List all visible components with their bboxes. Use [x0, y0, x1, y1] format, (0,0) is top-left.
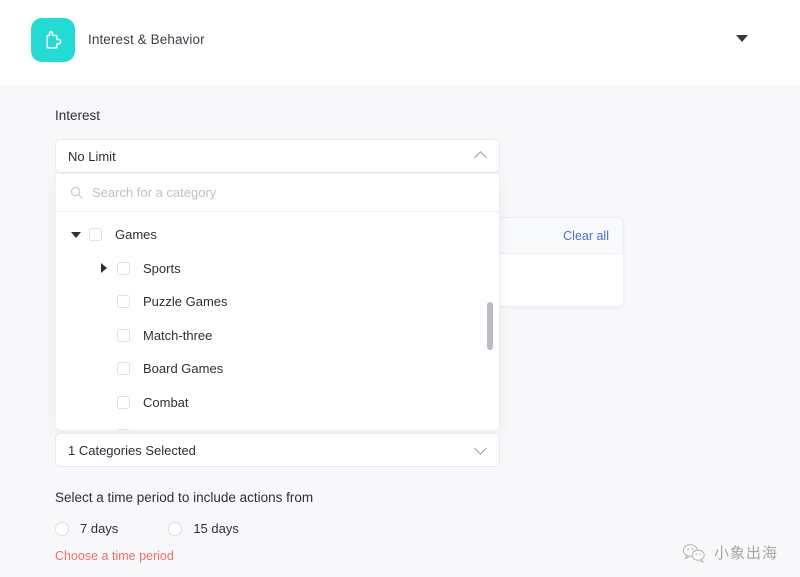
tree-item-label: Combat [143, 395, 189, 410]
caret-placeholder-icon [96, 327, 112, 343]
tree-item-label: Puzzle Games [143, 294, 228, 309]
interest-select[interactable]: No Limit [55, 139, 500, 173]
caret-placeholder-icon [96, 394, 112, 410]
categories-selected-select[interactable]: 1 Categories Selected [55, 433, 500, 467]
time-period-label: Select a time period to include actions … [55, 490, 313, 505]
tree-item-label: Roleplaying Games [143, 428, 256, 430]
checkbox[interactable] [117, 329, 130, 342]
tree-item-roleplaying-games[interactable]: Roleplaying Games [56, 419, 499, 430]
chevron-down-icon[interactable] [736, 35, 748, 42]
radio-button[interactable] [168, 522, 182, 536]
search-input[interactable] [92, 185, 485, 200]
tree-item-label: Board Games [143, 361, 223, 376]
puzzle-piece-icon [31, 18, 75, 62]
tree-item-board-games[interactable]: Board Games [56, 352, 499, 386]
checkbox[interactable] [117, 295, 130, 308]
caret-placeholder-icon [96, 361, 112, 377]
caret-down-icon[interactable] [68, 227, 84, 243]
tree-item-puzzle-games[interactable]: Puzzle Games [56, 285, 499, 319]
wechat-icon [682, 543, 706, 563]
top-header-bar: Interest & Behavior [0, 0, 800, 85]
category-tree[interactable]: Games Sports Puzzle Games Match-three [56, 212, 499, 430]
caret-right-icon[interactable] [96, 260, 112, 276]
dropdown-scrollbar[interactable] [487, 212, 493, 430]
watermark: 小象出海 [682, 542, 778, 563]
categories-selected-value: 1 Categories Selected [68, 443, 475, 458]
clear-all-link[interactable]: Clear all [563, 229, 609, 243]
checkbox[interactable] [89, 228, 102, 241]
caret-placeholder-icon [96, 428, 112, 430]
time-period-error-message: Choose a time period [55, 549, 174, 563]
chevron-down-icon [475, 444, 487, 456]
radio-label: 7 days [80, 521, 118, 536]
tree-item-match-three[interactable]: Match-three [56, 319, 499, 353]
checkbox[interactable] [117, 362, 130, 375]
radio-option-15-days[interactable]: 15 days [168, 521, 239, 536]
checkbox[interactable] [117, 396, 130, 409]
interest-select-value: No Limit [68, 149, 475, 164]
tree-item-label: Sports [143, 261, 181, 276]
chevron-up-icon [475, 150, 487, 162]
tree-item-label: Match-three [143, 328, 212, 343]
category-dropdown[interactable]: Games Sports Puzzle Games Match-three [55, 173, 500, 431]
radio-button[interactable] [55, 522, 69, 536]
checkbox[interactable] [117, 429, 130, 430]
checkbox[interactable] [117, 262, 130, 275]
tree-item-sports[interactable]: Sports [56, 252, 499, 286]
scrollbar-thumb[interactable] [487, 302, 493, 350]
category-search-row[interactable] [56, 174, 499, 212]
watermark-text: 小象出海 [714, 542, 778, 563]
time-period-radio-group[interactable]: 7 days 15 days [55, 521, 289, 536]
search-icon [70, 186, 83, 199]
tree-item-combat[interactable]: Combat [56, 386, 499, 420]
caret-placeholder-icon [96, 294, 112, 310]
interest-behavior-panel: Interest Clear all No Limit Games [37, 85, 800, 577]
interest-section-label: Interest [55, 108, 100, 123]
tree-item-label: Games [115, 227, 157, 242]
page-title: Interest & Behavior [88, 32, 205, 47]
radio-label: 15 days [193, 521, 239, 536]
tree-item-games[interactable]: Games [56, 218, 499, 252]
radio-option-7-days[interactable]: 7 days [55, 521, 118, 536]
